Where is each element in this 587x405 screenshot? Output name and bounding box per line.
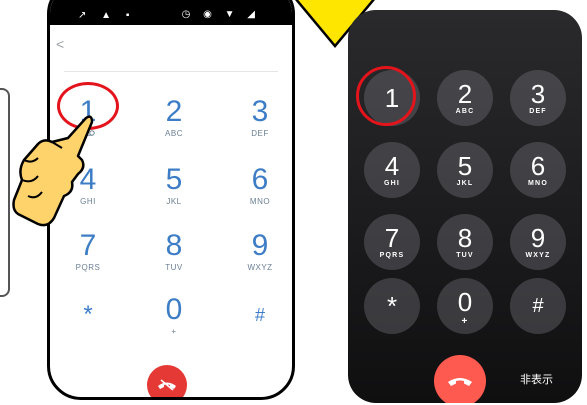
key-digit: 2 — [165, 95, 183, 128]
pointing-hand-icon — [12, 115, 94, 227]
iphone-key-9[interactable]: 9 WXYZ — [510, 214, 566, 270]
key-digit: 6 — [530, 151, 546, 181]
end-call-icon — [448, 378, 472, 386]
hide-keypad-button[interactable]: 非表示 — [520, 371, 553, 387]
back-chevron-icon[interactable]: < — [56, 36, 64, 52]
android-key-2[interactable]: 2 ABC — [139, 95, 209, 139]
android-key-5[interactable]: 5 JKL — [139, 163, 209, 207]
iphone-key-4[interactable]: 4 GHI — [364, 142, 420, 198]
key-letters: GHI — [383, 180, 401, 187]
key-letters: DEF — [529, 108, 547, 115]
key-letters: ABC — [455, 108, 475, 115]
android-key-0[interactable]: 0 + — [139, 293, 209, 337]
iphone-key-hash[interactable]: # — [510, 278, 566, 334]
android-key-8[interactable]: 8 TUV — [139, 229, 209, 273]
highlight-circle-iphone — [356, 66, 416, 126]
key-letters: MNO — [249, 197, 271, 206]
key-digit: 2 — [457, 79, 473, 109]
key-digit: 4 — [384, 151, 400, 181]
iphone-key-5[interactable]: 5 JKL — [437, 142, 493, 198]
key-digit: # — [532, 295, 544, 317]
key-digit: 9 — [530, 223, 546, 253]
android-key-hash[interactable]: # — [225, 301, 292, 329]
key-letters: + — [461, 316, 469, 327]
android-key-9[interactable]: 9 WXYZ — [225, 229, 292, 273]
end-call-button[interactable] — [147, 365, 187, 397]
iphone-key-6[interactable]: 6 MNO — [510, 142, 566, 198]
key-letters: JKL — [456, 180, 474, 187]
android-key-6[interactable]: 6 MNO — [225, 163, 292, 207]
key-digit: 6 — [251, 163, 269, 196]
key-digit: 5 — [457, 151, 473, 181]
key-digit: 7 — [79, 229, 97, 262]
key-digit: 3 — [251, 95, 269, 128]
status-right-icons: ◷ ◉ ▼ ◢ — [181, 9, 260, 20]
key-letters: ABC — [165, 129, 183, 138]
key-digit: 8 — [165, 229, 183, 262]
key-letters: + — [171, 327, 177, 336]
key-digit: 0 — [165, 293, 183, 326]
key-digit: 3 — [530, 79, 546, 109]
status-bar: ↗ ▲ ▪ ◷ ◉ ▼ ◢ — [50, 0, 292, 25]
key-digit: 8 — [457, 223, 473, 253]
iphone-key-0[interactable]: 0 + — [437, 278, 493, 334]
android-key-7[interactable]: 7 PQRS — [53, 229, 123, 273]
key-letters: TUV — [165, 263, 183, 272]
end-call-button[interactable] — [434, 355, 486, 403]
key-letters: WXYZ — [247, 263, 273, 272]
key-letters: DEF — [251, 129, 269, 138]
android-key-star[interactable]: * — [53, 301, 123, 329]
iphone-key-8[interactable]: 8 TUV — [437, 214, 493, 270]
key-digit: 0 — [457, 287, 473, 317]
iphone-key-2[interactable]: 2 ABC — [437, 70, 493, 126]
key-letters: PQRS — [379, 252, 405, 259]
key-digit: * — [83, 301, 93, 328]
key-letters: JKL — [166, 197, 182, 206]
key-letters: PQRS — [75, 263, 101, 272]
divider — [64, 71, 278, 72]
iphone-key-7[interactable]: 7 PQRS — [364, 214, 420, 270]
status-left-icons: ↗ ▲ ▪ — [78, 10, 136, 21]
key-letters: MNO — [528, 180, 548, 187]
key-digit: 5 — [165, 163, 183, 196]
key-digit: * — [386, 291, 398, 321]
key-digit: 7 — [384, 223, 400, 253]
key-letters: WXYZ — [525, 252, 551, 259]
end-call-icon — [158, 379, 176, 391]
key-digit: 9 — [251, 229, 269, 262]
key-letters: TUV — [456, 252, 474, 259]
key-digit: # — [254, 305, 265, 325]
iphone-key-3[interactable]: 3 DEF — [510, 70, 566, 126]
android-key-3[interactable]: 3 DEF — [225, 95, 292, 139]
iphone-key-star[interactable]: * — [364, 278, 420, 334]
